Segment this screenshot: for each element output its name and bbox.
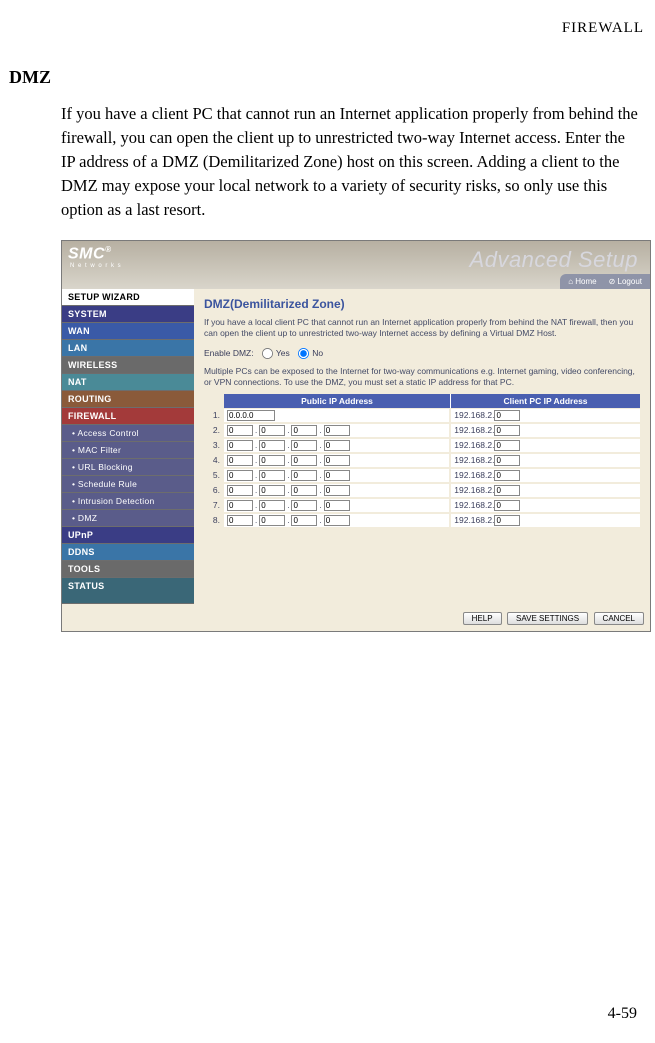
banner: SMC® N e t w o r k s Advanced Setup ⌂ Ho… <box>62 241 650 289</box>
public-ip-octet[interactable] <box>324 515 350 526</box>
public-ip-octet[interactable] <box>291 425 317 436</box>
content-area: DMZ(Demilitarized Zone) If you have a lo… <box>194 289 650 604</box>
help-button[interactable]: HELP <box>463 612 502 625</box>
public-ip-octet[interactable] <box>259 470 285 481</box>
public-ip-octet[interactable] <box>291 440 317 451</box>
public-ip-octet[interactable] <box>227 440 253 451</box>
section-title: DMZ <box>9 67 650 88</box>
public-ip-octet[interactable] <box>291 515 317 526</box>
public-ip-octet[interactable] <box>259 425 285 436</box>
table-row: 1.192.168.2. <box>204 408 640 423</box>
home-link[interactable]: ⌂ Home <box>568 277 596 286</box>
nav-item-nat[interactable]: NAT <box>62 374 194 391</box>
public-ip-octet[interactable] <box>324 485 350 496</box>
client-ip-field[interactable] <box>494 470 520 481</box>
table-row: 6....192.168.2. <box>204 483 640 498</box>
client-ip-field[interactable] <box>494 515 520 526</box>
page-number: 4-59 <box>608 1005 637 1023</box>
logout-link[interactable]: ⊘ Logout <box>609 277 642 286</box>
public-ip-octet[interactable] <box>227 500 253 511</box>
nav-sub-schedule-rule[interactable]: • Schedule Rule <box>62 476 194 493</box>
client-ip-field[interactable] <box>494 485 520 496</box>
enable-no-radio[interactable] <box>298 348 309 359</box>
enable-dmz-row: Enable DMZ: Yes No <box>204 347 640 360</box>
nav-sub-mac-filter[interactable]: • MAC Filter <box>62 442 194 459</box>
banner-links: ⌂ Home ⊘ Logout <box>560 274 650 289</box>
section-body: If you have a client PC that cannot run … <box>61 102 640 222</box>
dmz-table: Public IP Address Client PC IP Address 1… <box>204 394 640 528</box>
nav-item-tools[interactable]: TOOLS <box>62 561 194 578</box>
nav-item-system[interactable]: SYSTEM <box>62 306 194 323</box>
client-ip-field[interactable] <box>494 455 520 466</box>
nav-sub-url-blocking[interactable]: • URL Blocking <box>62 459 194 476</box>
enable-yes-radio[interactable] <box>262 348 273 359</box>
client-ip-field[interactable] <box>494 500 520 511</box>
nav-item-upnp[interactable]: UPnP <box>62 527 194 544</box>
public-ip-octet[interactable] <box>259 455 285 466</box>
nav-item-wireless[interactable]: WIRELESS <box>62 357 194 374</box>
page-header-right: FIREWALL <box>5 20 644 37</box>
public-ip-octet[interactable] <box>259 515 285 526</box>
nav-item-wan[interactable]: WAN <box>62 323 194 340</box>
nav-sub-dmz[interactable]: • DMZ <box>62 510 194 527</box>
public-ip-octet[interactable] <box>324 440 350 451</box>
client-ip-field[interactable] <box>494 440 520 451</box>
th-public-ip: Public IP Address <box>224 394 451 408</box>
table-row: 5....192.168.2. <box>204 468 640 483</box>
nav-item-routing[interactable]: ROUTING <box>62 391 194 408</box>
public-ip-octet[interactable] <box>227 485 253 496</box>
public-ip-octet[interactable] <box>227 470 253 481</box>
public-ip-octet[interactable] <box>259 500 285 511</box>
logo-subtext: N e t w o r k s <box>70 263 122 269</box>
table-row: 7....192.168.2. <box>204 498 640 513</box>
cancel-button[interactable]: CANCEL <box>594 612 644 625</box>
nav-setup-wizard[interactable]: SETUP WIZARD <box>62 289 194 306</box>
nav-item-status[interactable]: STATUS <box>62 578 194 604</box>
content-desc1: If you have a local client PC that canno… <box>204 317 640 339</box>
client-ip-field[interactable] <box>494 410 520 421</box>
router-screenshot: SMC® N e t w o r k s Advanced Setup ⌂ Ho… <box>61 240 651 632</box>
nav-sub-access-control[interactable]: • Access Control <box>62 425 194 442</box>
public-ip-octet[interactable] <box>259 440 285 451</box>
save-settings-button[interactable]: SAVE SETTINGS <box>507 612 588 625</box>
public-ip-octet[interactable] <box>324 425 350 436</box>
public-ip-octet[interactable] <box>227 425 253 436</box>
content-desc2: Multiple PCs can be exposed to the Inter… <box>204 366 640 388</box>
public-ip-octet[interactable] <box>291 470 317 481</box>
nav-item-lan[interactable]: LAN <box>62 340 194 357</box>
public-ip-octet[interactable] <box>324 455 350 466</box>
public-ip-octet[interactable] <box>291 455 317 466</box>
public-ip-octet[interactable] <box>227 515 253 526</box>
public-ip-octet[interactable] <box>291 485 317 496</box>
table-row: 8....192.168.2. <box>204 513 640 528</box>
side-nav: SETUP WIZARD SYSTEMWANLANWIRELESSNATROUT… <box>62 289 194 604</box>
public-ip-octet[interactable] <box>324 470 350 481</box>
nav-item-firewall[interactable]: FIREWALL <box>62 408 194 425</box>
content-heading: DMZ(Demilitarized Zone) <box>204 297 640 311</box>
public-ip-octet[interactable] <box>259 485 285 496</box>
table-row: 3....192.168.2. <box>204 438 640 453</box>
table-row: 4....192.168.2. <box>204 453 640 468</box>
table-row: 2....192.168.2. <box>204 423 640 438</box>
public-ip-octet[interactable] <box>291 500 317 511</box>
public-ip-field[interactable] <box>227 410 275 421</box>
nav-sub-intrusion-detection[interactable]: • Intrusion Detection <box>62 493 194 510</box>
banner-title: Advanced Setup <box>470 247 638 273</box>
nav-item-ddns[interactable]: DDNS <box>62 544 194 561</box>
public-ip-octet[interactable] <box>227 455 253 466</box>
logo: SMC® <box>68 245 111 263</box>
th-client-ip: Client PC IP Address <box>451 394 640 408</box>
client-ip-field[interactable] <box>494 425 520 436</box>
public-ip-octet[interactable] <box>324 500 350 511</box>
